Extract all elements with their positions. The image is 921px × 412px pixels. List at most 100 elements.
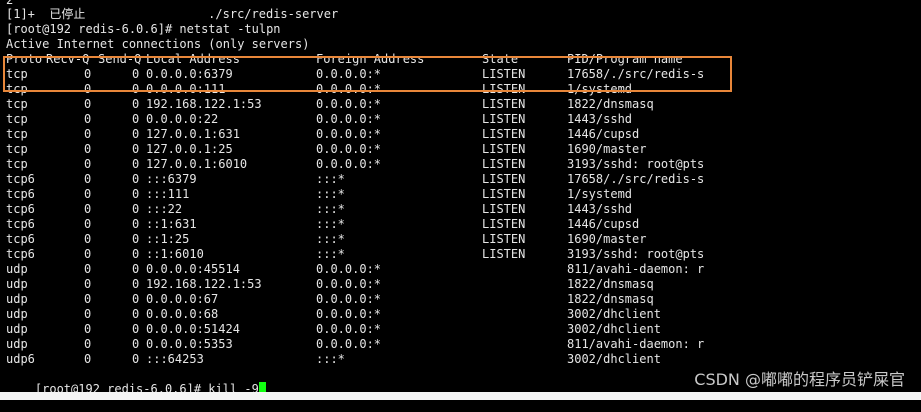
cell-pid-program: 3002/dhclient [567, 322, 661, 336]
cell-pid-program: 1446/cupsd [567, 127, 640, 141]
cell-foreign-address: :::* [316, 187, 345, 201]
cell-foreign-address: 0.0.0.0:* [316, 292, 382, 306]
cell-foreign-address: :::* [316, 172, 345, 186]
cell-local-address: 127.0.0.1:631 [146, 127, 240, 141]
cell-proto: udp [6, 322, 28, 336]
table-row: tcp6 0 0::1:25:::* LISTEN 1690/master [6, 232, 906, 247]
cell-foreign-address: :::* [316, 247, 345, 261]
cell-proto: udp [6, 277, 28, 291]
cell-foreign-address: 0.0.0.0:* [316, 307, 382, 321]
cell-recv: 0 [84, 292, 92, 306]
cell-local-address: :::6379 [146, 172, 197, 186]
cell-pid-program: 17658/./src/redis-s [567, 172, 705, 186]
cell-local-address: :::64253 [146, 352, 204, 366]
cell-recv: 0 [84, 157, 92, 171]
cell-foreign-address: :::* [316, 202, 345, 216]
table-row: tcp 0 0 127.0.0.1:25 0.0.0.0:* LISTEN 1690/mas… [6, 142, 906, 157]
cell-recv: 0 [84, 202, 92, 216]
cell-state: LISTEN [482, 187, 526, 201]
cell-recv: 0 [84, 352, 92, 366]
terminal-window[interactable]: 2 [1]+ 已停止 ./src/redis-server [root@192 … [0, 0, 921, 396]
table-row: tcp6 0 0:::6379:::* LISTEN 17658/./src/redis… [6, 172, 906, 187]
table-row: tcp6 0 0:::22:::* LISTEN 1443/sshd [6, 202, 906, 217]
table-row: udp 0 0 0.0.0.0:51424 0.0.0.0:* 3002/dhclient [6, 322, 906, 337]
cell-proto: udp [6, 337, 28, 351]
cell-state: LISTEN [482, 127, 526, 141]
cell-state: LISTEN [482, 112, 526, 126]
table-row: tcp 0 0 127.0.0.1:6010 0.0.0.0:* LISTEN 3193/s… [6, 157, 906, 172]
cell-local-address: 127.0.0.1:6010 [146, 157, 248, 171]
cell-proto: udp [6, 262, 28, 276]
cell-send: 0 [132, 127, 140, 141]
cell-pid-program: 1822/dnsmasq [567, 97, 654, 111]
cell-proto: tcp [6, 112, 28, 126]
cell-foreign-address: :::* [316, 232, 345, 246]
command-line: [root@192 redis-6.0.6]# netstat -tulpn [6, 22, 281, 36]
cell-pid-program: 1443/sshd [567, 202, 633, 216]
cell-foreign-address: 0.0.0.0:* [316, 337, 382, 351]
cell-send: 0 [132, 232, 140, 246]
cell-proto: tcp [6, 127, 28, 141]
cell-proto: udp [6, 292, 28, 306]
cell-recv: 0 [84, 97, 92, 111]
cell-recv: 0 [84, 247, 92, 261]
bottom-strip [0, 392, 921, 400]
cell-recv: 0 [84, 217, 92, 231]
cell-foreign-address: 0.0.0.0:* [316, 322, 382, 336]
table-row: tcp6 0 0::1:631:::* LISTEN 1446/cupsd [6, 217, 906, 232]
cell-recv: 0 [84, 262, 92, 276]
cell-local-address: 192.168.122.1:53 [146, 97, 262, 111]
cell-recv: 0 [84, 307, 92, 321]
cell-send: 0 [132, 277, 140, 291]
cell-pid-program: 1446/cupsd [567, 217, 640, 231]
table-row: udp 0 0 0.0.0.0:45514 0.0.0.0:* 811/avahi-dae… [6, 262, 906, 277]
cell-foreign-address: 0.0.0.0:* [316, 127, 382, 141]
cell-send: 0 [132, 142, 140, 156]
cell-local-address: ::1:6010 [146, 247, 204, 261]
table-row: udp 0 0 0.0.0.0:67 0.0.0.0:* 1822/dnsmasq [6, 292, 906, 307]
cell-send: 0 [132, 292, 140, 306]
cell-local-address: 0.0.0.0:67 [146, 292, 219, 306]
cell-state: LISTEN [482, 217, 526, 231]
cell-foreign-address: 0.0.0.0:* [316, 157, 382, 171]
cell-send: 0 [132, 352, 140, 366]
cell-foreign-address: :::* [316, 352, 345, 366]
cell-pid-program: 1822/dnsmasq [567, 277, 654, 291]
cell-send: 0 [132, 202, 140, 216]
cell-foreign-address: 0.0.0.0:* [316, 112, 382, 126]
table-row: tcp 0 0 127.0.0.1:631 0.0.0.0:* LISTEN 1446/cu… [6, 127, 906, 142]
cell-send: 0 [132, 247, 140, 261]
cell-send: 0 [132, 307, 140, 321]
table-row: tcp 0 0 0.0.0.0:22 0.0.0.0:* LISTEN 1443/sshd [6, 112, 906, 127]
cell-state: LISTEN [482, 157, 526, 171]
cell-state: LISTEN [482, 142, 526, 156]
cell-state: LISTEN [482, 247, 526, 261]
cell-foreign-address: 0.0.0.0:* [316, 142, 382, 156]
cell-send: 0 [132, 97, 140, 111]
cell-foreign-address: 0.0.0.0:* [316, 277, 382, 291]
table-row: tcp 0 0 192.168.122.1:53 0.0.0.0:* LISTEN 1822… [6, 97, 906, 112]
cell-recv: 0 [84, 127, 92, 141]
cell-pid-program: 1443/sshd [567, 112, 633, 126]
watermark: CSDN @嘟嘟的程序员铲屎官 [694, 370, 905, 389]
prompt-row[interactable]: [root@192 redis-6.0.6]# kill -9 [6, 367, 266, 396]
cell-send: 0 [132, 337, 140, 351]
cell-send: 0 [132, 187, 140, 201]
cell-proto: tcp6 [6, 217, 35, 231]
cell-local-address: ::1:25 [146, 232, 190, 246]
cell-local-address: 127.0.0.1:25 [146, 142, 233, 156]
cell-pid-program: 811/avahi-daemon: r [567, 337, 705, 351]
table-row: tcp6 0 0::1:6010:::* LISTEN 3193/sshd: root@… [6, 247, 906, 262]
cell-recv: 0 [84, 187, 92, 201]
cell-local-address: 0.0.0.0:22 [146, 112, 219, 126]
cell-pid-program: 3193/sshd: root@pts [567, 157, 705, 171]
cell-pid-program: 3193/sshd: root@pts [567, 247, 705, 261]
table-row: udp 0 0 0.0.0.0:5353 0.0.0.0:* 811/avahi-daem… [6, 337, 906, 352]
job-status-line: [1]+ 已停止 ./src/redis-server [6, 7, 339, 21]
cell-recv: 0 [84, 322, 92, 336]
cell-send: 0 [132, 157, 140, 171]
cell-local-address: 0.0.0.0:45514 [146, 262, 240, 276]
cell-proto: tcp6 [6, 247, 35, 261]
table-row: tcp6 0 0:::111:::* LISTEN 1/systemd [6, 187, 906, 202]
cell-recv: 0 [84, 232, 92, 246]
